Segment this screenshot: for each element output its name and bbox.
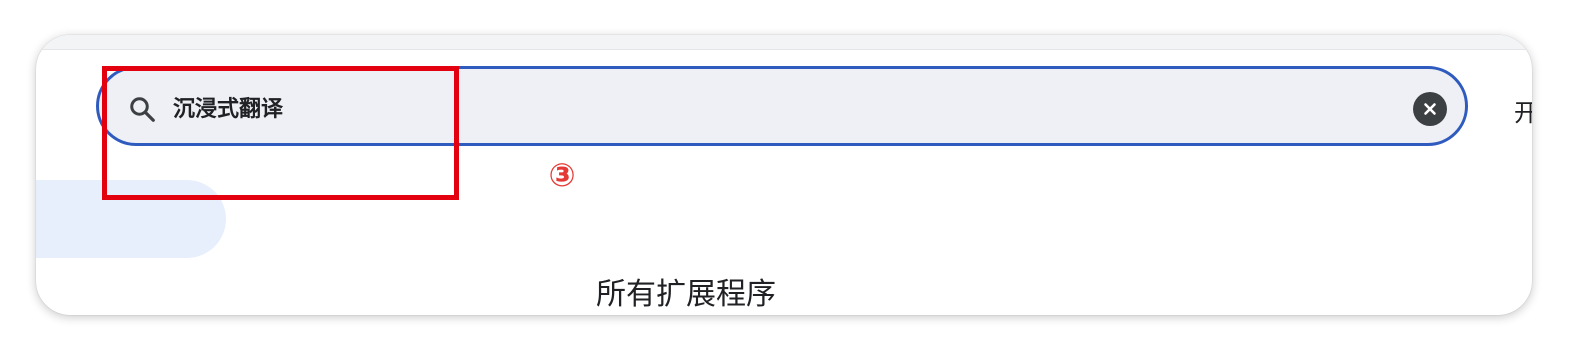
top-divider-strip [36, 35, 1532, 50]
developer-mode-label[interactable]: 开 [1514, 93, 1532, 128]
annotation-highlight-box [102, 66, 459, 200]
page-title: 所有扩展程序 [596, 277, 776, 312]
close-icon [1424, 103, 1436, 115]
clear-search-button[interactable] [1413, 92, 1447, 126]
step-number-badge: ③ [536, 149, 588, 201]
screenshot-stage: 开 ③ 所有扩展程序 [0, 0, 1590, 356]
